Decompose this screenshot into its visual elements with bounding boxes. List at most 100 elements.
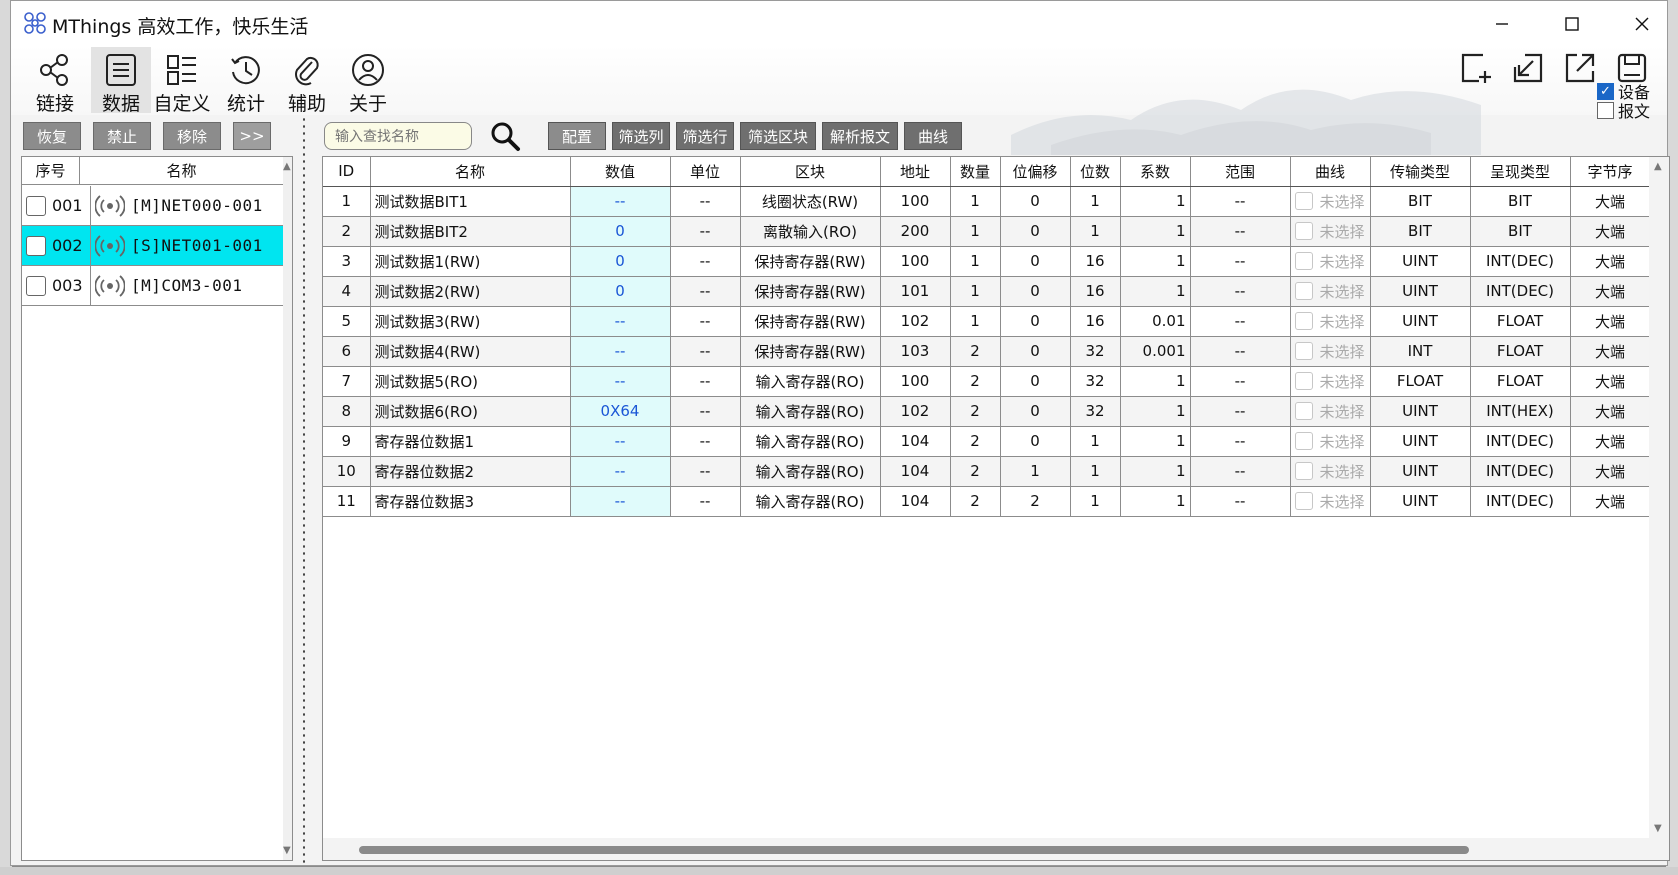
column-header[interactable]: 系数: [1120, 157, 1191, 187]
table-cell[interactable]: --: [570, 486, 671, 517]
device-row[interactable]: 001 [M]NET000-001: [22, 185, 284, 226]
device-checkbox[interactable]: ✓: [1597, 82, 1614, 100]
import-arrow-icon[interactable]: [1511, 51, 1545, 85]
column-header[interactable]: 地址: [880, 157, 951, 187]
column-header[interactable]: 呈现类型: [1470, 157, 1571, 187]
table-cell[interactable]: --: [570, 426, 671, 457]
curve-checkbox[interactable]: [1295, 462, 1314, 480]
curve-checkbox[interactable]: [1295, 492, 1314, 510]
curve-cell[interactable]: 未选择: [1290, 216, 1371, 247]
device-row[interactable]: 003 [M]COM3-001: [22, 265, 284, 306]
disable-button[interactable]: 禁止: [93, 122, 151, 150]
export-arrow-icon[interactable]: [1563, 51, 1597, 85]
restore-button[interactable]: 恢复: [23, 122, 81, 150]
curve-cell[interactable]: 未选择: [1290, 276, 1371, 307]
column-header[interactable]: 名称: [370, 157, 571, 187]
device-row-checkbox[interactable]: [26, 275, 46, 296]
column-header[interactable]: 单位: [670, 157, 741, 187]
scroll-up-icon[interactable]: ▲: [1654, 161, 1662, 172]
curve-checkbox[interactable]: [1295, 192, 1314, 210]
column-header[interactable]: 数量: [950, 157, 1001, 187]
scroll-up-icon[interactable]: ▲: [283, 161, 291, 172]
curve-button[interactable]: 曲线: [904, 122, 962, 150]
table-cell[interactable]: 0X64: [570, 396, 671, 427]
toolbar-link-button[interactable]: 链接: [25, 47, 85, 115]
table-row[interactable]: 10 寄存器位数据2 -- -- 输入寄存器(RO) 104 2 1 1 1 -- 未选择 UINT IN…: [323, 456, 1651, 487]
filter-column-button[interactable]: 筛选列: [612, 122, 670, 150]
curve-checkbox[interactable]: [1295, 312, 1314, 330]
column-header[interactable]: 传输类型: [1370, 157, 1471, 187]
column-header[interactable]: 位数: [1070, 157, 1121, 187]
curve-cell[interactable]: 未选择: [1290, 186, 1371, 217]
table-horizontal-scrollbar[interactable]: [323, 838, 1649, 860]
table-row[interactable]: 3 测试数据1(RW) 0 -- 保持寄存器(RW) 100 1 0 16 1 -- 未选择 UINT I…: [323, 246, 1651, 277]
add-window-icon[interactable]: [1459, 51, 1493, 85]
table-row[interactable]: 8 测试数据6(RO) 0X64 -- 输入寄存器(RO) 102 2 0 32 1 -- 未选择 UI…: [323, 396, 1651, 427]
scroll-down-icon[interactable]: ▼: [1654, 823, 1662, 834]
filter-block-button[interactable]: 筛选区块: [740, 122, 816, 150]
toolbar-data-button[interactable]: 数据: [91, 47, 151, 115]
curve-cell[interactable]: 未选择: [1290, 306, 1371, 337]
table-cell[interactable]: 0: [570, 216, 671, 247]
toolbar-assist-button[interactable]: 辅助: [277, 47, 337, 115]
toolbar-custom-button[interactable]: 自定义: [152, 47, 212, 115]
toolbar-about-button[interactable]: 关于: [338, 47, 398, 115]
table-cell[interactable]: 0: [570, 246, 671, 277]
device-row-checkbox[interactable]: [26, 195, 46, 216]
table-row[interactable]: 11 寄存器位数据3 -- -- 输入寄存器(RO) 104 2 2 1 1 -- 未选择 UINT IN…: [323, 486, 1651, 517]
table-row[interactable]: 4 测试数据2(RW) 0 -- 保持寄存器(RW) 101 1 0 16 1 -- 未选择 UINT I…: [323, 276, 1651, 307]
column-header[interactable]: 范围: [1190, 157, 1291, 187]
table-cell[interactable]: 0: [570, 276, 671, 307]
curve-checkbox[interactable]: [1295, 222, 1314, 240]
table-row[interactable]: 5 测试数据3(RW) -- -- 保持寄存器(RW) 102 1 0 16 0.01 -- 未选择 U…: [323, 306, 1651, 337]
column-header[interactable]: ID: [323, 157, 371, 187]
table-row[interactable]: 9 寄存器位数据1 -- -- 输入寄存器(RO) 104 2 0 1 1 -- 未选择 UINT INT…: [323, 426, 1651, 457]
table-vertical-scrollbar[interactable]: ▲ ▼: [1649, 157, 1669, 860]
table-row[interactable]: 7 测试数据5(RO) -- -- 输入寄存器(RO) 100 2 0 32 1 -- 未选择 FLOA…: [323, 366, 1651, 397]
curve-cell[interactable]: 未选择: [1290, 246, 1371, 277]
column-header[interactable]: 字节序: [1570, 157, 1651, 187]
message-toggle[interactable]: 报文: [1597, 98, 1650, 122]
column-header[interactable]: 位偏移: [1000, 157, 1071, 187]
table-row[interactable]: 1 测试数据BIT1 -- -- 线圈状态(RW) 100 1 0 1 1 -- 未选择 BIT BIT 大…: [323, 186, 1651, 217]
expand-button[interactable]: >>: [233, 122, 271, 150]
toolbar-stats-button[interactable]: 统计: [216, 47, 276, 115]
close-button[interactable]: [1617, 7, 1667, 41]
search-input[interactable]: [324, 122, 472, 150]
curve-checkbox[interactable]: [1295, 282, 1314, 300]
maximize-button[interactable]: [1547, 7, 1597, 41]
minimize-button[interactable]: [1477, 7, 1527, 41]
table-row[interactable]: 6 测试数据4(RW) -- -- 保持寄存器(RW) 103 2 0 32 0.001 -- 未选择…: [323, 336, 1651, 367]
device-list-scrollbar[interactable]: ▲ ▼: [283, 157, 292, 860]
table-cell[interactable]: --: [570, 186, 671, 217]
column-header[interactable]: 数值: [570, 157, 671, 187]
search-icon[interactable]: [489, 120, 521, 152]
scroll-down-icon[interactable]: ▼: [283, 845, 291, 856]
parse-message-button[interactable]: 解析报文: [822, 122, 898, 150]
remove-button[interactable]: 移除: [163, 122, 221, 150]
curve-cell[interactable]: 未选择: [1290, 396, 1371, 427]
message-checkbox[interactable]: [1597, 101, 1614, 119]
device-row-selected[interactable]: 002 [S]NET001-001: [22, 225, 284, 266]
column-header[interactable]: 曲线: [1290, 157, 1371, 187]
table-cell[interactable]: --: [570, 456, 671, 487]
panel-splitter[interactable]: [301, 116, 309, 866]
device-row-checkbox[interactable]: [26, 235, 46, 256]
curve-checkbox[interactable]: [1295, 372, 1314, 390]
config-button[interactable]: 配置: [548, 122, 606, 150]
curve-cell[interactable]: 未选择: [1290, 336, 1371, 367]
curve-checkbox[interactable]: [1295, 252, 1314, 270]
table-cell[interactable]: --: [570, 336, 671, 367]
horizontal-scroll-thumb[interactable]: [359, 846, 1469, 854]
curve-cell[interactable]: 未选择: [1290, 486, 1371, 517]
curve-checkbox[interactable]: [1295, 402, 1314, 420]
column-header[interactable]: 区块: [740, 157, 881, 187]
curve-cell[interactable]: 未选择: [1290, 366, 1371, 397]
table-cell[interactable]: --: [570, 306, 671, 337]
table-cell[interactable]: --: [570, 366, 671, 397]
curve-cell[interactable]: 未选择: [1290, 426, 1371, 457]
curve-cell[interactable]: 未选择: [1290, 456, 1371, 487]
filter-row-button[interactable]: 筛选行: [676, 122, 734, 150]
curve-checkbox[interactable]: [1295, 432, 1314, 450]
curve-checkbox[interactable]: [1295, 342, 1314, 360]
